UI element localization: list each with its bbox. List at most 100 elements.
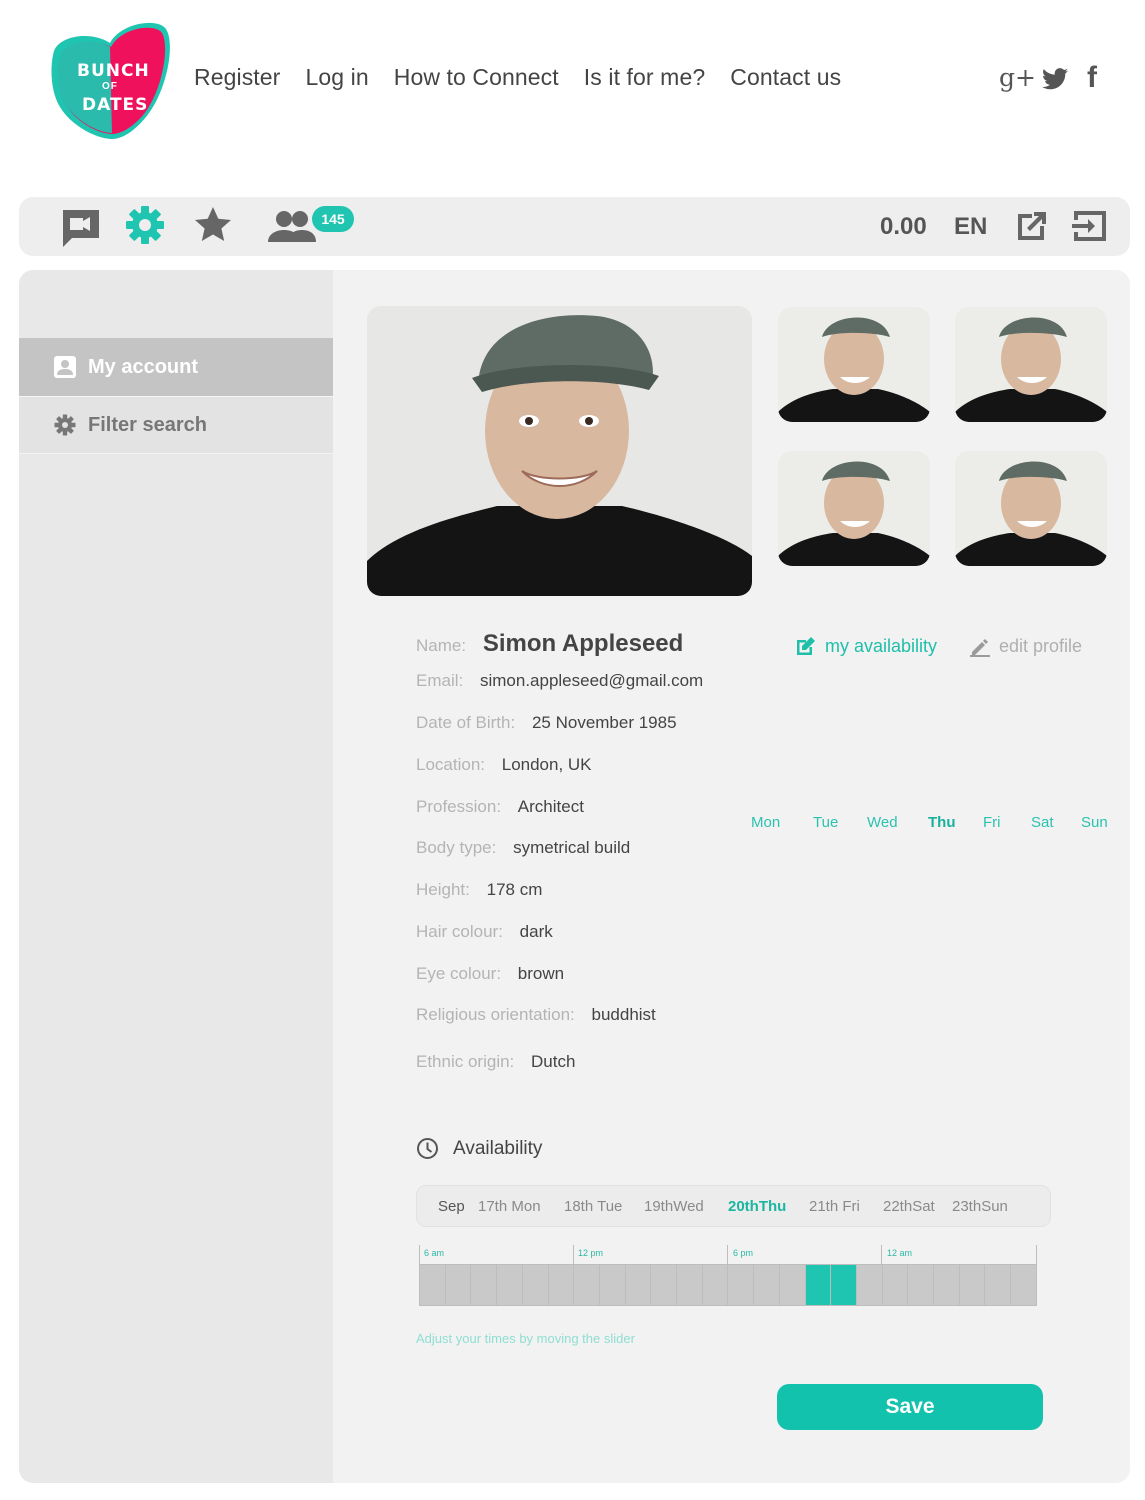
weekday-wed[interactable]: Wed xyxy=(867,814,898,831)
nav-how-to-connect[interactable]: How to Connect xyxy=(394,64,559,91)
time-slot[interactable] xyxy=(497,1265,522,1305)
weekday-thu[interactable]: Thu xyxy=(928,814,956,831)
time-slot[interactable] xyxy=(420,1265,445,1305)
date-option[interactable]: 23thSun xyxy=(952,1198,1008,1215)
profile-field-location: Location: London, UK xyxy=(416,755,592,775)
timeline-label: 12 am xyxy=(887,1248,913,1258)
language-selector[interactable]: EN xyxy=(954,213,987,241)
weekday-mon[interactable]: Mon xyxy=(751,814,780,831)
weekday-fri[interactable]: Fri xyxy=(983,814,1001,831)
field-value: symetrical build xyxy=(513,838,631,857)
time-slot[interactable] xyxy=(908,1265,934,1305)
google-plus-icon[interactable]: g+ xyxy=(999,63,1036,92)
time-slot[interactable] xyxy=(779,1265,805,1305)
sidebar-item-my-account[interactable]: My account xyxy=(19,338,333,396)
time-slot[interactable] xyxy=(728,1265,754,1305)
time-slot[interactable] xyxy=(651,1265,677,1305)
timeline-slots xyxy=(419,1264,1037,1306)
time-slot[interactable] xyxy=(882,1265,908,1305)
time-slot[interactable] xyxy=(599,1265,625,1305)
video-chat-icon[interactable] xyxy=(60,207,102,249)
sidebar-item-filter-search[interactable]: Filter search xyxy=(19,396,333,454)
field-label: Name: xyxy=(416,636,467,655)
profile-photo-thumb[interactable] xyxy=(778,451,930,566)
field-label: Email: xyxy=(416,671,464,690)
field-label: Eye colour: xyxy=(416,964,502,983)
time-slot[interactable] xyxy=(702,1265,728,1305)
time-slot[interactable] xyxy=(934,1265,959,1305)
weekday-tue[interactable]: Tue xyxy=(813,814,838,831)
sidebar-item-label: My account xyxy=(88,355,199,378)
profile-field-eye-colour: Eye colour: brown xyxy=(416,964,564,984)
my-availability-link[interactable]: my availability xyxy=(795,636,937,657)
field-label: Ethnic origin: xyxy=(416,1052,515,1071)
timeline-label: 6 am xyxy=(424,1248,445,1258)
time-slot[interactable] xyxy=(625,1265,651,1305)
nav-register[interactable]: Register xyxy=(194,64,280,91)
logout-icon[interactable] xyxy=(1070,206,1112,248)
time-slot[interactable] xyxy=(445,1265,471,1305)
star-icon[interactable] xyxy=(192,204,234,246)
field-value: simon.appleseed@gmail.com xyxy=(479,671,704,690)
profile-photo-thumb[interactable] xyxy=(955,307,1107,422)
field-label: Religious orientation: xyxy=(416,1005,575,1024)
time-slot[interactable] xyxy=(471,1265,497,1305)
field-value: brown xyxy=(517,964,565,983)
field-label: Date of Birth: xyxy=(416,713,516,732)
date-option[interactable]: 18th Tue xyxy=(564,1198,622,1215)
twitter-icon[interactable] xyxy=(1042,68,1068,90)
weekday-sun[interactable]: Sun xyxy=(1081,814,1108,831)
availability-timeline[interactable]: 6 am 12 pm 6 pm 12 am xyxy=(419,1245,1037,1307)
profile-field-name: Name: Simon Appleseed xyxy=(416,630,683,658)
time-slot[interactable] xyxy=(959,1265,985,1305)
field-value: 25 November 1985 xyxy=(531,713,677,732)
nav-login[interactable]: Log in xyxy=(305,64,368,91)
profile-field-ethnic-origin: Ethnic origin: Dutch xyxy=(416,1052,575,1072)
pencil-icon xyxy=(970,638,990,657)
time-slot-selected[interactable] xyxy=(831,1265,856,1305)
time-slot[interactable] xyxy=(677,1265,702,1305)
edit-box-icon xyxy=(797,637,815,655)
time-slot[interactable] xyxy=(574,1265,599,1305)
edit-profile-link[interactable]: edit profile xyxy=(970,636,1082,657)
nav-is-it-for-me[interactable]: Is it for me? xyxy=(584,64,705,91)
time-slot[interactable] xyxy=(548,1265,574,1305)
field-value: Architect xyxy=(517,797,584,816)
date-month: Sep xyxy=(438,1198,465,1215)
field-value: buddhist xyxy=(591,1005,656,1024)
users-icon[interactable] xyxy=(266,206,318,248)
save-button[interactable]: Save xyxy=(777,1384,1043,1430)
time-slot[interactable] xyxy=(856,1265,882,1305)
time-slot-selected[interactable] xyxy=(805,1265,831,1305)
logo-text-bottom: DATES xyxy=(82,95,149,115)
slider-hint: Adjust your times by moving the slider xyxy=(416,1331,635,1346)
profile-field-religion: Religious orientation: buddhist xyxy=(416,1005,656,1025)
date-option-selected[interactable]: 20thThu xyxy=(728,1198,786,1215)
timeline-tick xyxy=(881,1245,882,1265)
timeline-label: 12 pm xyxy=(578,1248,604,1258)
field-label: Body type: xyxy=(416,838,497,857)
time-slot[interactable] xyxy=(985,1265,1011,1305)
profile-photo-thumb[interactable] xyxy=(778,307,930,422)
nav-contact-us[interactable]: Contact us xyxy=(730,64,841,91)
time-slot[interactable] xyxy=(522,1265,548,1305)
time-slot[interactable] xyxy=(754,1265,779,1305)
settings-icon[interactable] xyxy=(124,204,166,246)
clock-icon xyxy=(417,1138,438,1159)
facebook-icon[interactable]: f xyxy=(1087,61,1097,95)
field-value: Dutch xyxy=(531,1052,576,1071)
date-option[interactable]: 22thSat xyxy=(883,1198,935,1215)
field-label: Height: xyxy=(416,880,470,899)
external-link-icon[interactable] xyxy=(1012,206,1054,248)
date-option[interactable]: 21th Fri xyxy=(809,1198,860,1215)
profile-photo-thumb[interactable] xyxy=(955,451,1107,566)
users-count-badge: 145 xyxy=(312,206,354,232)
date-option[interactable]: 17th Mon xyxy=(478,1198,541,1215)
profile-field-hair-colour: Hair colour: dark xyxy=(416,922,553,942)
weekday-sat[interactable]: Sat xyxy=(1031,814,1054,831)
date-option[interactable]: 19thWed xyxy=(644,1198,704,1215)
profile-photo-main[interactable] xyxy=(367,306,752,596)
brand-logo[interactable]: BUNCH OF DATES xyxy=(48,15,176,143)
time-slot[interactable] xyxy=(1011,1265,1036,1305)
timeline-tick xyxy=(419,1245,420,1265)
